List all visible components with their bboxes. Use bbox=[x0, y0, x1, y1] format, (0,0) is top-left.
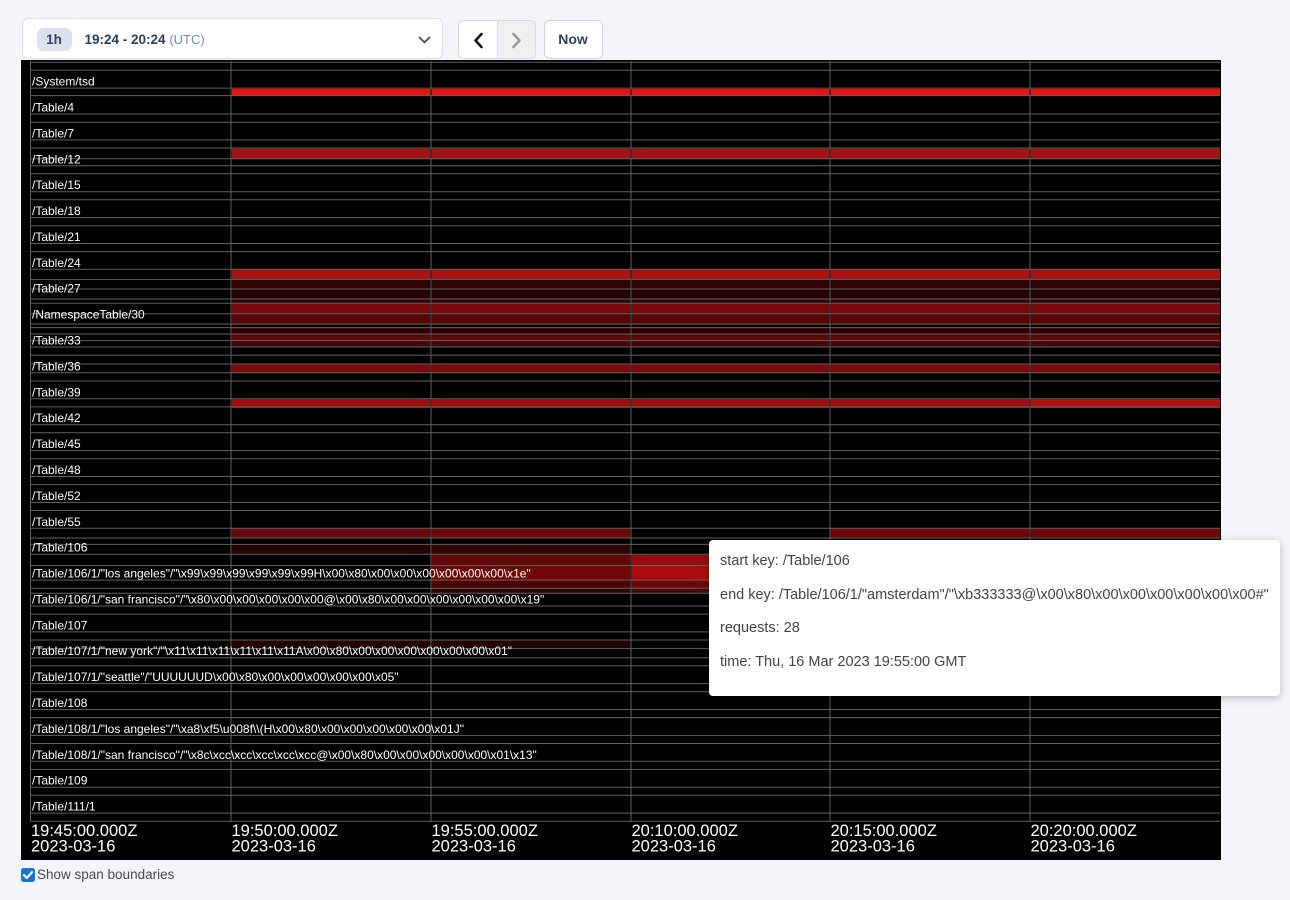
svg-text:/Table/33: /Table/33 bbox=[32, 334, 81, 348]
svg-text:/Table/4: /Table/4 bbox=[32, 101, 74, 115]
svg-text:/Table/7: /Table/7 bbox=[32, 126, 74, 140]
svg-text:/Table/106: /Table/106 bbox=[32, 541, 88, 555]
svg-text:2023-03-16: 2023-03-16 bbox=[232, 838, 316, 856]
svg-text:/Table/21: /Table/21 bbox=[32, 230, 81, 244]
svg-text:/Table/12: /Table/12 bbox=[32, 152, 81, 166]
svg-text:/Table/24: /Table/24 bbox=[32, 256, 81, 270]
svg-text:2023-03-16: 2023-03-16 bbox=[432, 838, 516, 856]
svg-text:/Table/111/1: /Table/111/1 bbox=[32, 800, 96, 814]
svg-text:2023-03-16: 2023-03-16 bbox=[1031, 838, 1115, 856]
svg-text:/Table/52: /Table/52 bbox=[32, 489, 81, 503]
svg-text:/Table/42: /Table/42 bbox=[32, 411, 81, 425]
svg-text:/Table/55: /Table/55 bbox=[32, 515, 81, 529]
svg-text:/Table/39: /Table/39 bbox=[32, 385, 81, 399]
svg-text:/Table/108: /Table/108 bbox=[32, 696, 88, 710]
svg-text:2023-03-16: 2023-03-16 bbox=[632, 838, 716, 856]
svg-text:/Table/48: /Table/48 bbox=[32, 463, 81, 477]
svg-text:/Table/36: /Table/36 bbox=[32, 359, 81, 373]
svg-text:/System/tsd: /System/tsd bbox=[32, 75, 95, 89]
svg-text:/Table/15: /Table/15 bbox=[32, 178, 81, 192]
svg-text:/Table/106/1/"los angeles"/"\x: /Table/106/1/"los angeles"/"\x99\x99\x99… bbox=[32, 567, 531, 581]
svg-text:/NamespaceTable/30: /NamespaceTable/30 bbox=[32, 308, 145, 322]
svg-text:/Table/18: /Table/18 bbox=[32, 204, 81, 218]
svg-text:/Table/107/1/"seattle"/"UUUUUU: /Table/107/1/"seattle"/"UUUUUUD\x00\x80\… bbox=[32, 670, 399, 684]
svg-text:/Table/108/1/"san francisco"/": /Table/108/1/"san francisco"/"\x8c\xcc\x… bbox=[32, 748, 537, 762]
svg-text:/Table/45: /Table/45 bbox=[32, 437, 81, 451]
svg-text:/Table/107: /Table/107 bbox=[32, 618, 88, 632]
svg-text:/Table/107/1/"new york"/"\x11\: /Table/107/1/"new york"/"\x11\x11\x11\x1… bbox=[32, 644, 512, 658]
svg-text:/Table/27: /Table/27 bbox=[32, 282, 81, 296]
svg-text:2023-03-16: 2023-03-16 bbox=[831, 838, 915, 856]
svg-text:/Table/108/1/"los angeles"/"\x: /Table/108/1/"los angeles"/"\xa8\xf5\u00… bbox=[32, 722, 464, 736]
svg-text:/Table/106/1/"san francisco"/": /Table/106/1/"san francisco"/"\x80\x00\x… bbox=[32, 593, 544, 607]
svg-text:2023-03-16: 2023-03-16 bbox=[31, 838, 115, 856]
svg-text:/Table/109: /Table/109 bbox=[32, 774, 88, 788]
